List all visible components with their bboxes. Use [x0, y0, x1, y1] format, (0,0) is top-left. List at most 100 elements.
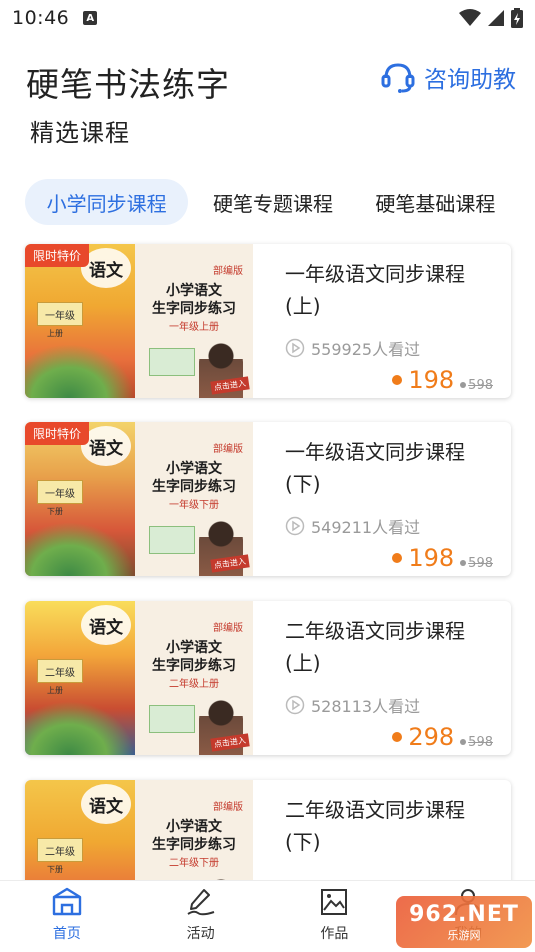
- course-thumbnail: 语文 二年级 上册 部编版 小学语文 生字同步练习 二年级上册 点击进入: [25, 601, 253, 755]
- consult-assistant-button[interactable]: 咨询助教: [380, 60, 516, 94]
- course-tabs: 小学同步课程 硬笔专题课程 硬笔基础课程: [25, 178, 515, 226]
- promo-badge: 限时特价: [25, 422, 90, 445]
- workbook-image: [149, 705, 195, 733]
- status-icons: [459, 8, 523, 28]
- view-count: 559925人看过: [285, 336, 420, 360]
- headset-icon: [381, 63, 415, 93]
- practice-title-line2: 生字同步练习: [152, 301, 236, 317]
- price: 298: [408, 723, 455, 751]
- course-card[interactable]: 语文 二年级 上册 部编版 小学语文 生字同步练习 二年级上册 点击进入 二年级…: [25, 601, 511, 755]
- nav-home-label: 首页: [52, 926, 81, 942]
- practice-title-line2: 生字同步练习: [152, 837, 236, 853]
- view-count-text: 549211人看过: [311, 518, 421, 537]
- edition-label: 部编版: [213, 444, 243, 455]
- edition-label: 部编版: [213, 802, 243, 813]
- textbook-logo: 语文: [81, 784, 131, 824]
- textbook-cover: 语文 二年级 上册: [25, 601, 135, 755]
- course-title: 一年级语文同步课程(上): [285, 262, 465, 318]
- nav-works-label: 作品: [320, 926, 349, 942]
- edition-label: 部编版: [213, 623, 243, 634]
- price-dot-icon: [392, 553, 403, 563]
- textbook-grade: 一年级: [37, 302, 83, 326]
- price-row: 198 598: [392, 544, 493, 572]
- price: 198: [408, 366, 455, 394]
- tab-hardpen-basics[interactable]: 硬笔基础课程: [356, 179, 515, 225]
- status-time: 10:46: [12, 7, 70, 29]
- play-icon: [285, 338, 305, 358]
- section-title: 精选课程: [30, 119, 130, 147]
- status-bar: 10:46 A: [0, 0, 535, 36]
- view-count-text: 559925人看过: [311, 340, 421, 359]
- textbook-volume: 下册: [47, 865, 63, 874]
- view-count: 549211人看过: [285, 514, 420, 538]
- site-watermark-logo: 962.NET 乐游网: [396, 896, 532, 948]
- original-price-dot-icon: [460, 382, 467, 388]
- textbook-logo: 语文: [81, 605, 131, 645]
- header: 硬笔书法练字 咨询助教: [26, 56, 516, 104]
- tab-primary-sync[interactable]: 小学同步课程: [25, 179, 189, 225]
- course-info: 一年级语文同步课程(下) 549211人看过 198 598: [285, 422, 505, 576]
- consult-label: 咨询助教: [424, 67, 516, 93]
- practice-title-line2: 生字同步练习: [152, 479, 236, 495]
- pen-icon: [187, 889, 214, 916]
- practice-title-line1: 小学语文: [166, 283, 222, 299]
- textbook-cover: 语文 一年级 上册: [25, 244, 135, 398]
- view-count: 528113人看过: [285, 693, 420, 717]
- practice-subtitle: 一年级下册: [169, 500, 219, 511]
- course-title: 二年级语文同步课程(下): [285, 798, 465, 854]
- practice-subtitle: 二年级下册: [169, 858, 219, 869]
- practice-subtitle: 一年级上册: [169, 322, 219, 333]
- course-thumbnail: 语文 一年级 下册 部编版 小学语文 生字同步练习 一年级下册 点击进入 限时特…: [25, 422, 253, 576]
- original-price-dot-icon: [460, 739, 467, 745]
- signal-icon: [488, 10, 504, 26]
- textbook-volume: 上册: [47, 686, 63, 695]
- price-dot-icon: [392, 375, 403, 385]
- edition-label: 部编版: [213, 266, 243, 277]
- nav-activity-label: 活动: [186, 926, 215, 942]
- play-icon: [285, 695, 305, 715]
- tab-hardpen-topics[interactable]: 硬笔专题课程: [190, 179, 355, 225]
- nav-home[interactable]: 首页: [0, 881, 134, 952]
- course-card[interactable]: 语文 一年级 下册 部编版 小学语文 生字同步练习 一年级下册 点击进入 限时特…: [25, 422, 511, 576]
- textbook-volume: 上册: [47, 329, 63, 338]
- course-info: 一年级语文同步课程(上) 559925人看过 198 598: [285, 244, 505, 398]
- practice-title-line1: 小学语文: [166, 819, 222, 835]
- nav-activity[interactable]: 活动: [134, 881, 268, 952]
- price-row: 198 598: [392, 366, 493, 394]
- textbook-cover: 语文 一年级 下册: [25, 422, 135, 576]
- original-price: 598: [468, 734, 493, 750]
- app-title: 硬笔书法练字: [26, 65, 230, 104]
- original-price: 598: [468, 555, 493, 571]
- price: 198: [408, 544, 455, 572]
- original-price: 598: [468, 377, 493, 393]
- battery-icon: [511, 8, 523, 28]
- watermark-sub: 乐游网: [447, 928, 481, 942]
- workbook-image: [149, 348, 195, 376]
- watermark-brand: 962.NET: [409, 901, 519, 927]
- practice-book-cover: 部编版 小学语文 生字同步练习 一年级上册 点击进入: [135, 244, 253, 398]
- workbook-image: [149, 526, 195, 554]
- price-dot-icon: [392, 732, 403, 742]
- textbook-volume: 下册: [47, 507, 63, 516]
- textbook-grade: 一年级: [37, 480, 83, 504]
- course-title: 二年级语文同步课程(上): [285, 619, 465, 675]
- course-thumbnail: 语文 一年级 上册 部编版 小学语文 生字同步练习 一年级上册 点击进入 限时特…: [25, 244, 253, 398]
- textbook-grade: 二年级: [37, 838, 83, 862]
- original-price-dot-icon: [460, 560, 467, 566]
- picture-icon: [321, 889, 348, 915]
- textbook-grade: 二年级: [37, 659, 83, 683]
- practice-subtitle: 二年级上册: [169, 679, 219, 690]
- view-count-text: 528113人看过: [311, 697, 421, 716]
- nav-works[interactable]: 作品: [268, 881, 402, 952]
- home-icon: [52, 887, 82, 916]
- practice-book-cover: 部编版 小学语文 生字同步练习 一年级下册 点击进入: [135, 422, 253, 576]
- course-card[interactable]: 语文 一年级 上册 部编版 小学语文 生字同步练习 一年级上册 点击进入 限时特…: [25, 244, 511, 398]
- price-row: 298 598: [392, 723, 493, 751]
- course-info: 二年级语文同步课程(上) 528113人看过 298 598: [285, 601, 505, 755]
- course-title: 一年级语文同步课程(下): [285, 440, 465, 496]
- wifi-icon: [459, 9, 481, 26]
- promo-badge: 限时特价: [25, 244, 90, 267]
- practice-title-line1: 小学语文: [166, 640, 222, 656]
- notification-icon: A: [83, 11, 98, 25]
- play-icon: [285, 516, 305, 536]
